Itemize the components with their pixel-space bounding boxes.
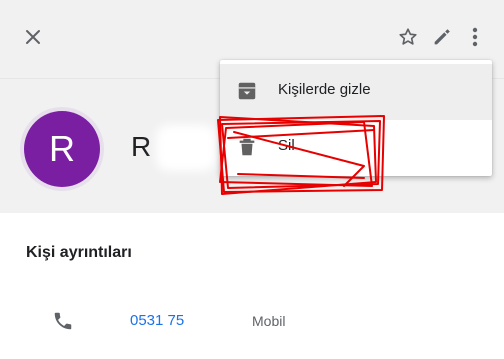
menu-item-label: Kişilerde gizle (278, 81, 371, 98)
star-button[interactable] (394, 23, 422, 51)
edit-button[interactable] (428, 23, 456, 51)
avatar: R (24, 111, 100, 187)
redaction-blur (192, 306, 250, 334)
more-options-menu: Kişilerde gizle Sil (220, 60, 492, 176)
phone-icon (54, 312, 72, 330)
phone-row[interactable]: 0531 75 Mobil (0, 302, 504, 338)
trash-icon (239, 138, 255, 156)
star-outline-icon (399, 28, 417, 45)
details-heading: Kişi ayrıntıları (26, 244, 132, 261)
archive-icon (238, 82, 256, 100)
menu-item-label: Sil (278, 137, 295, 154)
menu-item-hide-from-contacts[interactable]: Kişilerde gizle (220, 64, 492, 120)
more-vert-icon (472, 27, 478, 47)
avatar-letter: R (49, 128, 75, 169)
redaction-blur (156, 125, 216, 171)
phone-number-link[interactable]: 0531 75 (130, 312, 184, 329)
pencil-icon (434, 29, 450, 45)
more-options-button[interactable] (464, 23, 486, 51)
close-icon (26, 30, 40, 44)
menu-item-delete[interactable]: Sil (220, 120, 492, 176)
contact-name: R (131, 131, 152, 162)
phone-type-label: Mobil (252, 313, 286, 329)
close-button[interactable] (18, 22, 48, 52)
